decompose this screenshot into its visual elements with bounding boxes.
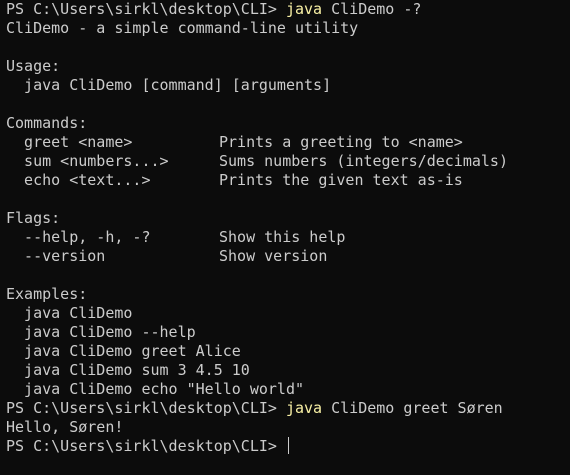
command-name: java — [285, 399, 323, 417]
prompt-text: PS C:\Users\sirkl\desktop\CLI> — [6, 437, 286, 455]
flag-row-version: --version Show version — [6, 247, 570, 266]
text-cursor[interactable] — [287, 437, 289, 454]
flag-row-help: --help, -h, -? Show this help — [6, 228, 570, 247]
prompt-line-1: PS C:\Users\sirkl\desktop\CLI> java CliD… — [6, 0, 570, 19]
terminal-window[interactable]: PS C:\Users\sirkl\desktop\CLI> java CliD… — [0, 0, 570, 475]
command-row-desc: Prints the given text as-is — [219, 171, 463, 189]
example-line: java CliDemo — [6, 304, 133, 322]
usage-heading: Usage: — [6, 57, 61, 75]
command-row-desc: Sums numbers (integers/decimals) — [219, 152, 508, 170]
example-line: java CliDemo echo "Hello world" — [6, 380, 305, 398]
usage-line: java CliDemo [command] [arguments] — [6, 76, 332, 94]
commands-heading: Commands: — [6, 114, 88, 132]
example-line: java CliDemo --help — [6, 323, 196, 341]
command-output: Hello, Søren! — [6, 418, 124, 436]
example-line: java CliDemo greet Alice — [6, 342, 241, 360]
prompt-text: PS C:\Users\sirkl\desktop\CLI> — [6, 0, 286, 18]
command-row-name: greet <name> — [6, 133, 133, 151]
command-row-sum: sum <numbers...> Sums numbers (integers/d… — [6, 152, 570, 171]
command-args: CliDemo -? — [331, 0, 422, 18]
prompt-line-2: PS C:\Users\sirkl\desktop\CLI> java CliD… — [6, 399, 570, 418]
flags-heading: Flags: — [6, 209, 61, 227]
command-row-greet: greet <name> Prints a greeting to <name> — [6, 133, 570, 152]
command-row-echo: echo <text...> Prints the given text as-i… — [6, 171, 570, 190]
command-row-desc: Prints a greeting to <name> — [219, 133, 463, 151]
command-row-name: echo <text...> — [6, 171, 151, 189]
help-title: CliDemo - a simple command-line utility — [6, 19, 359, 37]
flag-row-desc: Show this help — [219, 228, 346, 246]
flag-row-name: --help, -h, -? — [6, 228, 151, 246]
prompt-text: PS C:\Users\sirkl\desktop\CLI> — [6, 399, 286, 417]
prompt-line-active[interactable]: PS C:\Users\sirkl\desktop\CLI> — [6, 437, 570, 456]
command-args: CliDemo greet Søren — [331, 399, 503, 417]
command-row-name: sum <numbers...> — [6, 152, 169, 170]
flag-row-name: --version — [6, 247, 106, 265]
command-name: java — [285, 0, 323, 18]
example-line: java CliDemo sum 3 4.5 10 — [6, 361, 250, 379]
examples-heading: Examples: — [6, 285, 88, 303]
flag-row-desc: Show version — [219, 247, 328, 265]
